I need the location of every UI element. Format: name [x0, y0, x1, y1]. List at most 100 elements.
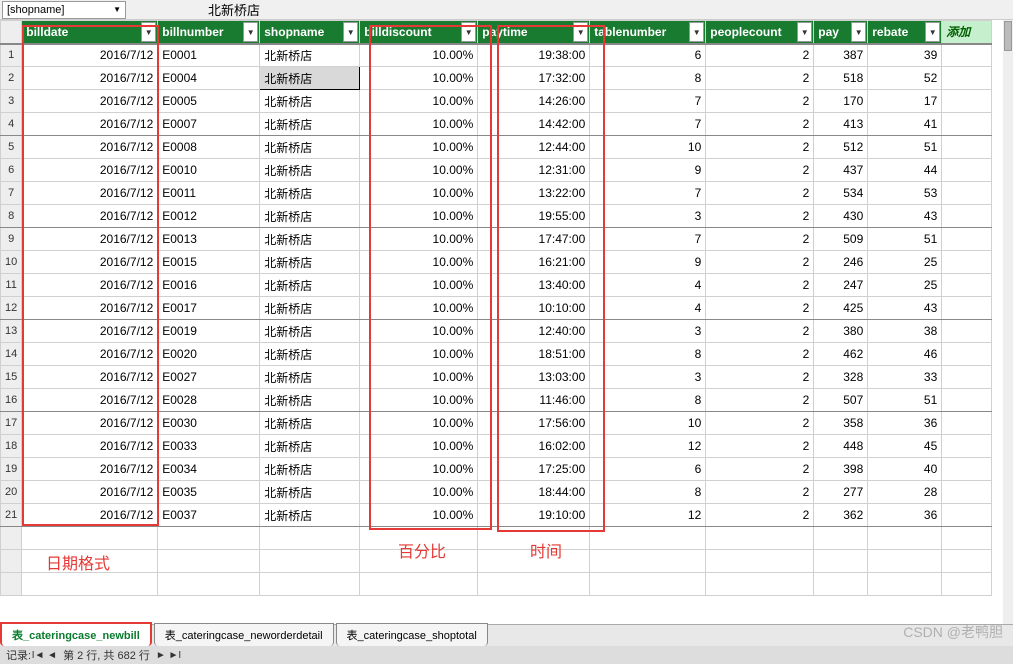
table-row[interactable]: 142016/7/12E0020北新桥店10.00%18:51:00824624…	[1, 343, 992, 366]
cell-billdate[interactable]: 2016/7/12	[22, 136, 158, 159]
cell-billdate[interactable]: 2016/7/12	[22, 366, 158, 389]
cell-shopname[interactable]: 北新桥店	[260, 343, 360, 366]
cell-extra[interactable]	[942, 67, 992, 90]
cell-rebate[interactable]: 46	[868, 343, 942, 366]
table-row[interactable]: 12016/7/12E0001北新桥店10.00%19:38:006238739	[1, 44, 992, 67]
table-row[interactable]: 32016/7/12E0005北新桥店10.00%14:26:007217017	[1, 90, 992, 113]
filter-dropdown-icon[interactable]: ▼	[573, 22, 588, 42]
cell-extra[interactable]	[942, 412, 992, 435]
cell-billdiscount[interactable]: 10.00%	[360, 251, 478, 274]
cell-billdate[interactable]: 2016/7/12	[22, 504, 158, 527]
cell-tablenumber[interactable]: 7	[590, 113, 706, 136]
cell-billdiscount[interactable]: 10.00%	[360, 182, 478, 205]
cell-peoplecount[interactable]: 2	[706, 159, 814, 182]
cell-rebate[interactable]: 38	[868, 320, 942, 343]
cell-billdate[interactable]: 2016/7/12	[22, 297, 158, 320]
cell-rebate[interactable]: 41	[868, 113, 942, 136]
cell-pay[interactable]: 362	[814, 504, 868, 527]
cell-paytime[interactable]: 19:10:00	[478, 504, 590, 527]
cell-billdate[interactable]: 2016/7/12	[22, 159, 158, 182]
cell-extra[interactable]	[942, 251, 992, 274]
cell-billdiscount[interactable]: 10.00%	[360, 67, 478, 90]
cell-billdiscount[interactable]: 10.00%	[360, 44, 478, 67]
table-row[interactable]: 42016/7/12E0007北新桥店10.00%14:42:007241341	[1, 113, 992, 136]
nav-prev-icon[interactable]: ◄	[45, 650, 59, 661]
cell-billdiscount[interactable]: 10.00%	[360, 343, 478, 366]
table-row[interactable]: 202016/7/12E0035北新桥店10.00%18:44:00822772…	[1, 481, 992, 504]
cell-peoplecount[interactable]: 2	[706, 435, 814, 458]
cell-peoplecount[interactable]: 2	[706, 228, 814, 251]
cell-paytime[interactable]: 13:22:00	[478, 182, 590, 205]
cell-extra[interactable]	[942, 159, 992, 182]
table-row[interactable]: 162016/7/12E0028北新桥店10.00%11:46:00825075…	[1, 389, 992, 412]
filter-dropdown-icon[interactable]: ▼	[343, 22, 358, 42]
cell-pay[interactable]: 462	[814, 343, 868, 366]
cell-paytime[interactable]: 10:10:00	[478, 297, 590, 320]
cell-pay[interactable]: 425	[814, 297, 868, 320]
filter-dropdown-icon[interactable]: ▼	[851, 22, 866, 42]
cell-rebate[interactable]: 39	[868, 44, 942, 67]
cell-peoplecount[interactable]: 2	[706, 458, 814, 481]
table-row[interactable]: 112016/7/12E0016北新桥店10.00%13:40:00422472…	[1, 274, 992, 297]
name-box[interactable]: [shopname] ▼	[2, 1, 126, 19]
cell-billnumber[interactable]: E0010	[158, 159, 260, 182]
column-header-add[interactable]: 添加	[942, 21, 992, 44]
cell-billdate[interactable]: 2016/7/12	[22, 205, 158, 228]
cell-tablenumber[interactable]: 7	[590, 90, 706, 113]
cell-shopname[interactable]: 北新桥店	[260, 458, 360, 481]
cell-tablenumber[interactable]: 8	[590, 67, 706, 90]
cell-shopname[interactable]: 北新桥店	[260, 389, 360, 412]
cell-pay[interactable]: 413	[814, 113, 868, 136]
cell-billnumber[interactable]: E0016	[158, 274, 260, 297]
column-header-pay[interactable]: pay▼	[814, 21, 868, 44]
cell-shopname[interactable]: 北新桥店	[260, 251, 360, 274]
cell-pay[interactable]: 437	[814, 159, 868, 182]
cell-extra[interactable]	[942, 435, 992, 458]
cell-paytime[interactable]: 18:44:00	[478, 481, 590, 504]
table-row[interactable]: 102016/7/12E0015北新桥店10.00%16:21:00922462…	[1, 251, 992, 274]
cell-shopname[interactable]: 北新桥店	[260, 435, 360, 458]
cell-tablenumber[interactable]: 9	[590, 159, 706, 182]
cell-billnumber[interactable]: E0028	[158, 389, 260, 412]
cell-billnumber[interactable]: E0005	[158, 90, 260, 113]
cell-rebate[interactable]: 28	[868, 481, 942, 504]
row-header[interactable]: 21	[1, 504, 22, 527]
cell-billdate[interactable]: 2016/7/12	[22, 274, 158, 297]
cell-billnumber[interactable]: E0011	[158, 182, 260, 205]
cell-shopname[interactable]: 北新桥店	[260, 90, 360, 113]
column-header-billdiscount[interactable]: billdiscount▼	[360, 21, 478, 44]
cell-shopname[interactable]: 北新桥店	[260, 481, 360, 504]
cell-paytime[interactable]: 19:55:00	[478, 205, 590, 228]
cell-tablenumber[interactable]: 7	[590, 228, 706, 251]
cell-peoplecount[interactable]: 2	[706, 504, 814, 527]
cell-tablenumber[interactable]: 10	[590, 136, 706, 159]
cell-billdiscount[interactable]: 10.00%	[360, 504, 478, 527]
cell-shopname[interactable]: 北新桥店	[260, 504, 360, 527]
cell-pay[interactable]: 170	[814, 90, 868, 113]
cell-peoplecount[interactable]: 2	[706, 320, 814, 343]
cell-peoplecount[interactable]: 2	[706, 251, 814, 274]
corner-cell[interactable]	[1, 21, 22, 44]
table-row[interactable]: 72016/7/12E0011北新桥店10.00%13:22:007253453	[1, 182, 992, 205]
cell-extra[interactable]	[942, 366, 992, 389]
cell-pay[interactable]: 509	[814, 228, 868, 251]
cell-paytime[interactable]: 12:40:00	[478, 320, 590, 343]
column-header-rebate[interactable]: rebate▼	[868, 21, 942, 44]
cell-shopname[interactable]: 北新桥店	[260, 320, 360, 343]
row-header[interactable]: 1	[1, 44, 22, 67]
cell-peoplecount[interactable]: 2	[706, 67, 814, 90]
cell-pay[interactable]: 507	[814, 389, 868, 412]
cell-billnumber[interactable]: E0012	[158, 205, 260, 228]
cell-peoplecount[interactable]: 2	[706, 274, 814, 297]
cell-billdate[interactable]: 2016/7/12	[22, 481, 158, 504]
nav-next-icon[interactable]: ►	[154, 650, 168, 661]
cell-shopname[interactable]: 北新桥店	[260, 274, 360, 297]
cell-paytime[interactable]: 12:44:00	[478, 136, 590, 159]
cell-rebate[interactable]: 36	[868, 412, 942, 435]
table-row[interactable]: 62016/7/12E0010北新桥店10.00%12:31:009243744	[1, 159, 992, 182]
cell-tablenumber[interactable]: 10	[590, 412, 706, 435]
cell-pay[interactable]: 328	[814, 366, 868, 389]
cell-peoplecount[interactable]: 2	[706, 182, 814, 205]
table-row[interactable]: 122016/7/12E0017北新桥店10.00%10:10:00424254…	[1, 297, 992, 320]
cell-pay[interactable]: 398	[814, 458, 868, 481]
